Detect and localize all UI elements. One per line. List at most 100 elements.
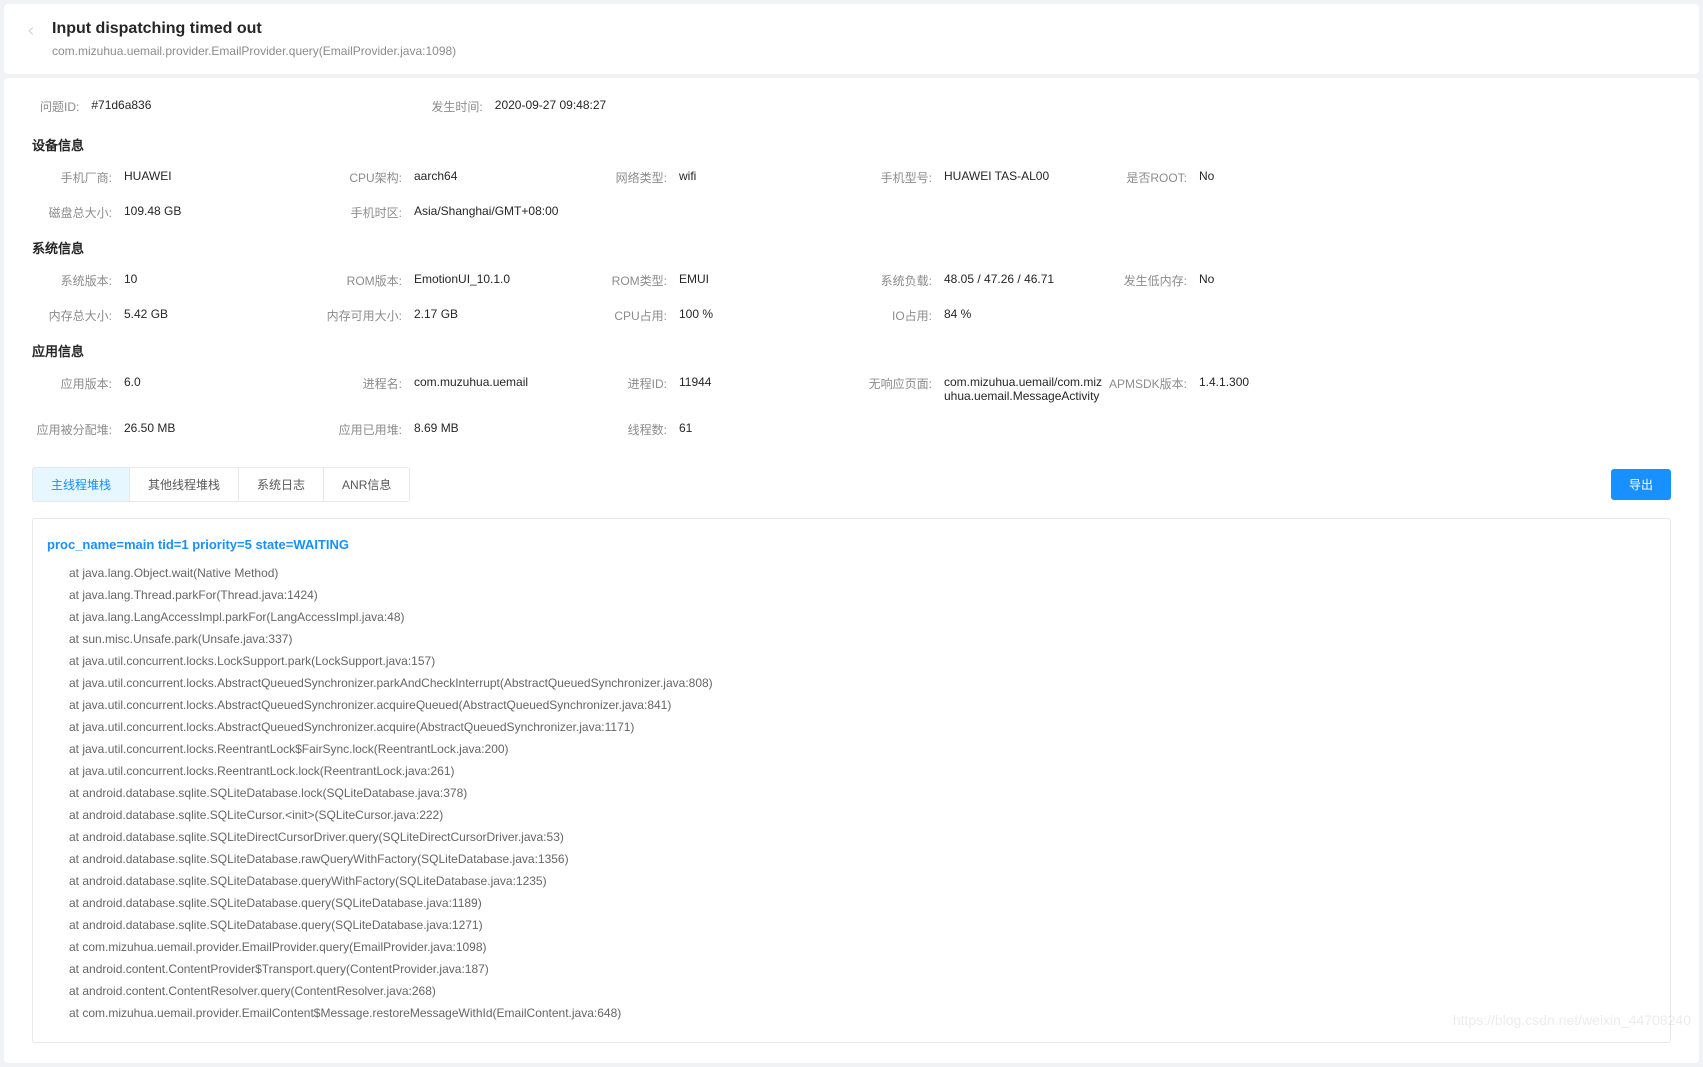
stack-line: at android.database.sqlite.SQLiteCursor.…: [47, 804, 1656, 826]
info-label: 网络类型:: [587, 169, 667, 186]
info-label: 磁盘总大小:: [32, 204, 112, 221]
info-value: 100 %: [679, 307, 713, 321]
page-header: Input dispatching timed out com.mizuhua.…: [4, 4, 1699, 74]
tab-1[interactable]: 其他线程堆栈: [130, 468, 239, 501]
info-cell: 手机时区: Asia/Shanghai/GMT+08:00: [322, 199, 587, 226]
info-label: 内存可用大小:: [322, 307, 402, 324]
stack-line: at android.database.sqlite.SQLiteDatabas…: [47, 782, 1656, 804]
info-label: 线程数:: [587, 421, 667, 438]
info-value: HUAWEI: [124, 169, 172, 183]
back-icon[interactable]: [24, 24, 44, 41]
info-label: ROM版本:: [322, 272, 402, 289]
info-label: 应用版本:: [32, 375, 112, 392]
info-row: 应用被分配堆:26.50 MB应用已用堆:8.69 MB线程数: 61: [32, 416, 1671, 443]
info-value: 6.0: [124, 375, 141, 389]
info-value: 1.4.1.300: [1199, 375, 1249, 389]
info-value: com.muzuhua.uemail: [414, 375, 528, 389]
info-cell: 网络类型: wifi: [587, 164, 852, 191]
info-label: APMSDK版本:: [1107, 375, 1187, 392]
info-value: No: [1199, 169, 1214, 183]
info-label: 发生低内存:: [1107, 272, 1187, 289]
stack-line: at java.util.concurrent.locks.ReentrantL…: [47, 760, 1656, 782]
stack-line: at java.util.concurrent.locks.AbstractQu…: [47, 672, 1656, 694]
info-cell: CPU架构:aarch64: [322, 164, 587, 191]
info-value: 48.05 / 47.26 / 46.71: [944, 272, 1054, 286]
time-value: 2020-09-27 09:48:27: [495, 98, 606, 115]
info-cell: 磁盘总大小: 109.48 GB: [32, 199, 322, 226]
info-value: EmotionUI_10.1.0: [414, 272, 510, 286]
stack-line: at java.util.concurrent.locks.ReentrantL…: [47, 738, 1656, 760]
info-label: CPU占用:: [587, 307, 667, 324]
info-value: 2.17 GB: [414, 307, 458, 321]
stack-line: at android.database.sqlite.SQLiteDatabas…: [47, 848, 1656, 870]
info-label: 系统负载:: [852, 272, 932, 289]
info-cell: 手机厂商: HUAWEI: [32, 164, 322, 191]
tab-2[interactable]: 系统日志: [239, 468, 324, 501]
section-title-app: 应用信息: [32, 341, 1671, 360]
page-title: Input dispatching timed out: [52, 20, 456, 38]
info-value: 11944: [679, 375, 711, 389]
info-cell: ROM版本: EmotionUI_10.1.0: [322, 267, 587, 294]
section-title-device: 设备信息: [32, 135, 1671, 154]
info-cell: 应用版本: 6.0: [32, 370, 322, 408]
stack-line: at android.content.ContentResolver.query…: [47, 980, 1656, 1002]
stack-line: at java.lang.Object.wait(Native Method): [47, 562, 1656, 584]
info-cell: 进程ID:11944: [587, 370, 852, 408]
info-value: Asia/Shanghai/GMT+08:00: [414, 204, 558, 218]
stack-line: at android.content.ContentProvider$Trans…: [47, 958, 1656, 980]
info-value: 10: [124, 272, 137, 286]
info-value: wifi: [679, 169, 696, 183]
info-cell: 应用被分配堆:26.50 MB: [32, 416, 322, 443]
info-row: 内存总大小: 5.42 GB 内存可用大小: 2.17 GB CPU占用: 100 % IO…: [32, 302, 1671, 329]
info-value: 61: [679, 421, 692, 435]
info-row: 应用版本: 6.0 进程名: com.muzuhua.uemail 进程ID:11944…: [32, 370, 1671, 408]
info-cell: 系统负载: 48.05 / 47.26 / 46.71: [852, 267, 1107, 294]
stack-line: at com.mizuhua.uemail.provider.EmailProv…: [47, 936, 1656, 958]
info-value: 5.42 GB: [124, 307, 168, 321]
info-label: 手机时区:: [322, 204, 402, 221]
info-label: 手机厂商:: [32, 169, 112, 186]
info-cell: APMSDK版本: 1.4.1.300: [1107, 370, 1307, 408]
stack-line: at java.lang.Thread.parkFor(Thread.java:…: [47, 584, 1656, 606]
info-cell: 内存可用大小: 2.17 GB: [322, 302, 587, 329]
page-subtitle: com.mizuhua.uemail.provider.EmailProvide…: [52, 44, 456, 58]
tab-3[interactable]: ANR信息: [324, 468, 409, 501]
issue-id-label: 问题ID:: [40, 98, 79, 115]
tab-0[interactable]: 主线程堆栈: [33, 468, 130, 501]
stack-line: at android.database.sqlite.SQLiteDatabas…: [47, 870, 1656, 892]
info-value: HUAWEI TAS-AL00: [944, 169, 1049, 183]
info-cell: 手机型号:HUAWEI TAS-AL00: [852, 164, 1107, 191]
info-row: 系统版本:10ROM版本:EmotionUI_10.1.0ROM类型:EMUI系…: [32, 267, 1671, 294]
info-value: com.mizuhua.uemail/com.mizuhua.uemail.Me…: [944, 375, 1107, 403]
info-label: 内存总大小:: [32, 307, 112, 324]
info-cell: 是否ROOT:No: [1107, 164, 1307, 191]
stack-line: at android.database.sqlite.SQLiteDatabas…: [47, 914, 1656, 936]
info-cell: 线程数: 61: [587, 416, 852, 443]
info-label: ROM类型:: [587, 272, 667, 289]
tabs-row: 主线程堆栈其他线程堆栈系统日志ANR信息 导出: [32, 467, 1671, 502]
stack-trace-box: proc_name=main tid=1 priority=5 state=WA…: [32, 518, 1671, 1043]
tabs: 主线程堆栈其他线程堆栈系统日志ANR信息: [32, 467, 410, 502]
info-value: 109.48 GB: [124, 204, 181, 218]
export-button[interactable]: 导出: [1611, 469, 1671, 500]
stack-line: at java.util.concurrent.locks.AbstractQu…: [47, 694, 1656, 716]
info-cell: 无响应页面:com.mizuhua.uemail/com.mizuhua.uem…: [852, 370, 1107, 408]
section-title-system: 系统信息: [32, 238, 1671, 257]
info-value: 84 %: [944, 307, 971, 321]
stack-header: proc_name=main tid=1 priority=5 state=WA…: [47, 537, 1656, 552]
info-cell: IO占用:84 %: [852, 302, 1107, 329]
stack-line: at java.lang.LangAccessImpl.parkFor(Lang…: [47, 606, 1656, 628]
info-value: aarch64: [414, 169, 457, 183]
info-cell: 应用已用堆:8.69 MB: [322, 416, 587, 443]
issue-id-value: #71d6a836: [91, 98, 151, 115]
info-row: 磁盘总大小: 109.48 GB 手机时区: Asia/Shanghai/GMT+08…: [32, 199, 1671, 226]
info-label: 应用被分配堆:: [32, 421, 112, 438]
info-cell: CPU占用: 100 %: [587, 302, 852, 329]
info-label: 应用已用堆:: [322, 421, 402, 438]
info-cell: 发生低内存:No: [1107, 267, 1307, 294]
stack-line: at android.database.sqlite.SQLiteDatabas…: [47, 892, 1656, 914]
stack-line: at android.database.sqlite.SQLiteDirectC…: [47, 826, 1656, 848]
main-content: 问题ID: #71d6a836 发生时间: 2020-09-27 09:48:2…: [4, 78, 1699, 1063]
info-label: 进程名:: [322, 375, 402, 392]
info-row: 手机厂商: HUAWEI CPU架构:aarch64网络类型: wifi 手机型号:HU…: [32, 164, 1671, 191]
